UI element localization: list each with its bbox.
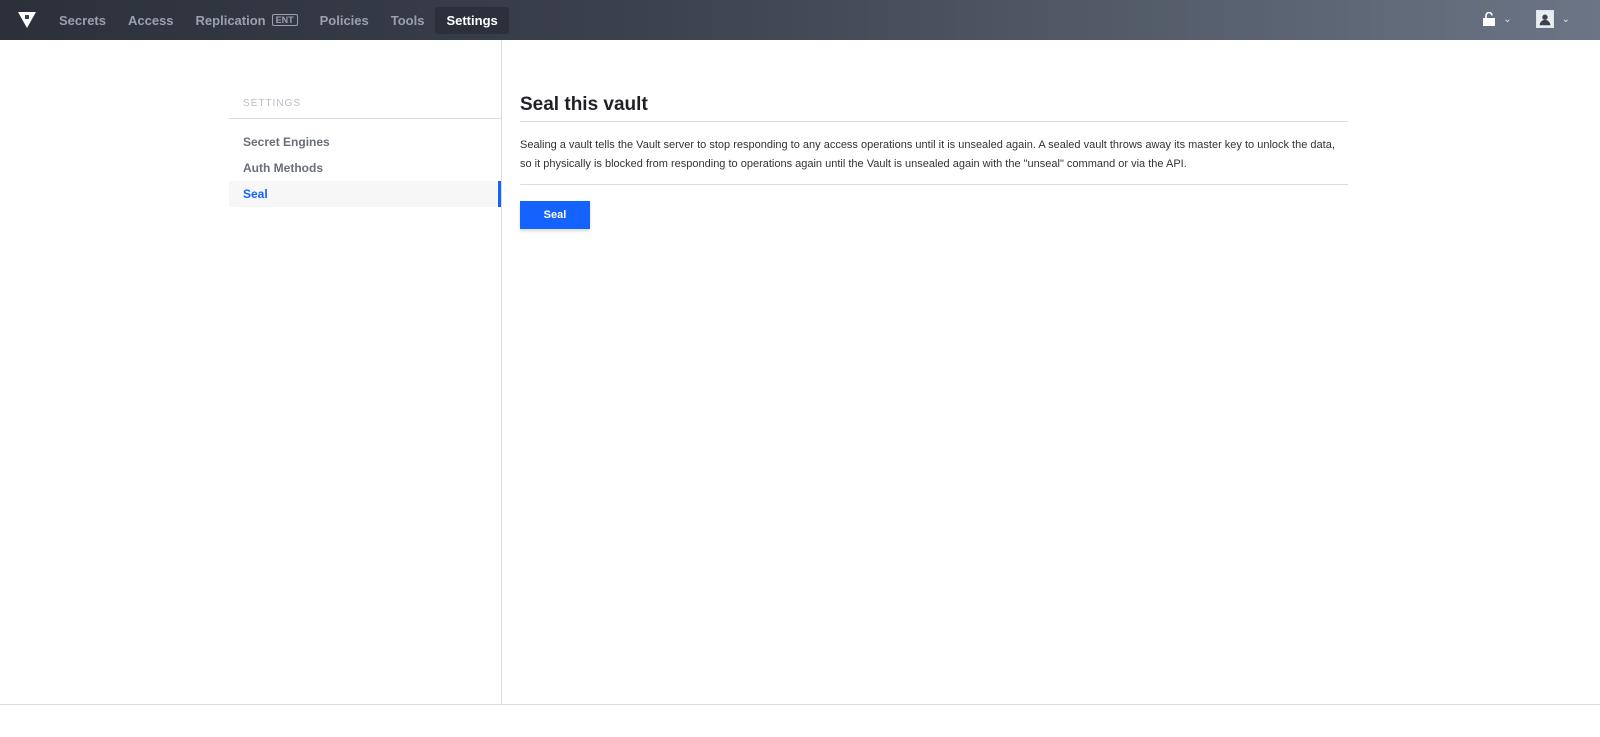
nav-policies[interactable]: Policies xyxy=(309,7,380,34)
main-content: Seal this vault Sealing a vault tells th… xyxy=(520,94,1348,229)
page-title: Seal this vault xyxy=(520,94,1348,122)
vault-logo-icon[interactable] xyxy=(18,11,36,29)
seal-description: Sealing a vault tells the Vault server t… xyxy=(520,122,1348,185)
sidebar-heading: SETTINGS xyxy=(229,98,501,119)
user-avatar-icon[interactable] xyxy=(1535,10,1554,28)
column-divider xyxy=(501,40,502,705)
ent-badge: ENT xyxy=(271,14,298,26)
footer-divider xyxy=(0,704,1600,705)
chevron-down-icon[interactable]: ⌄ xyxy=(1503,14,1511,25)
unlock-icon[interactable] xyxy=(1483,12,1496,26)
nav-settings[interactable]: Settings xyxy=(435,6,509,34)
sidebar-item-secret-engines[interactable]: Secret Engines xyxy=(229,129,501,155)
seal-button[interactable]: Seal xyxy=(520,201,590,229)
nav-replication-label: Replication xyxy=(195,12,266,28)
nav-access[interactable]: Access xyxy=(117,7,185,34)
settings-sidebar: SETTINGS Secret Engines Auth Methods Sea… xyxy=(229,98,501,207)
nav-secrets[interactable]: Secrets xyxy=(48,7,117,34)
nav-replication[interactable]: Replication ENT xyxy=(185,7,309,34)
nav-tools[interactable]: Tools xyxy=(380,7,436,34)
chevron-down-icon[interactable]: ⌄ xyxy=(1562,14,1570,25)
sidebar-item-seal[interactable]: Seal xyxy=(229,181,501,207)
sidebar-item-auth-methods[interactable]: Auth Methods xyxy=(229,155,501,181)
top-nav: Secrets Access Replication ENT Policies T… xyxy=(0,0,1600,40)
